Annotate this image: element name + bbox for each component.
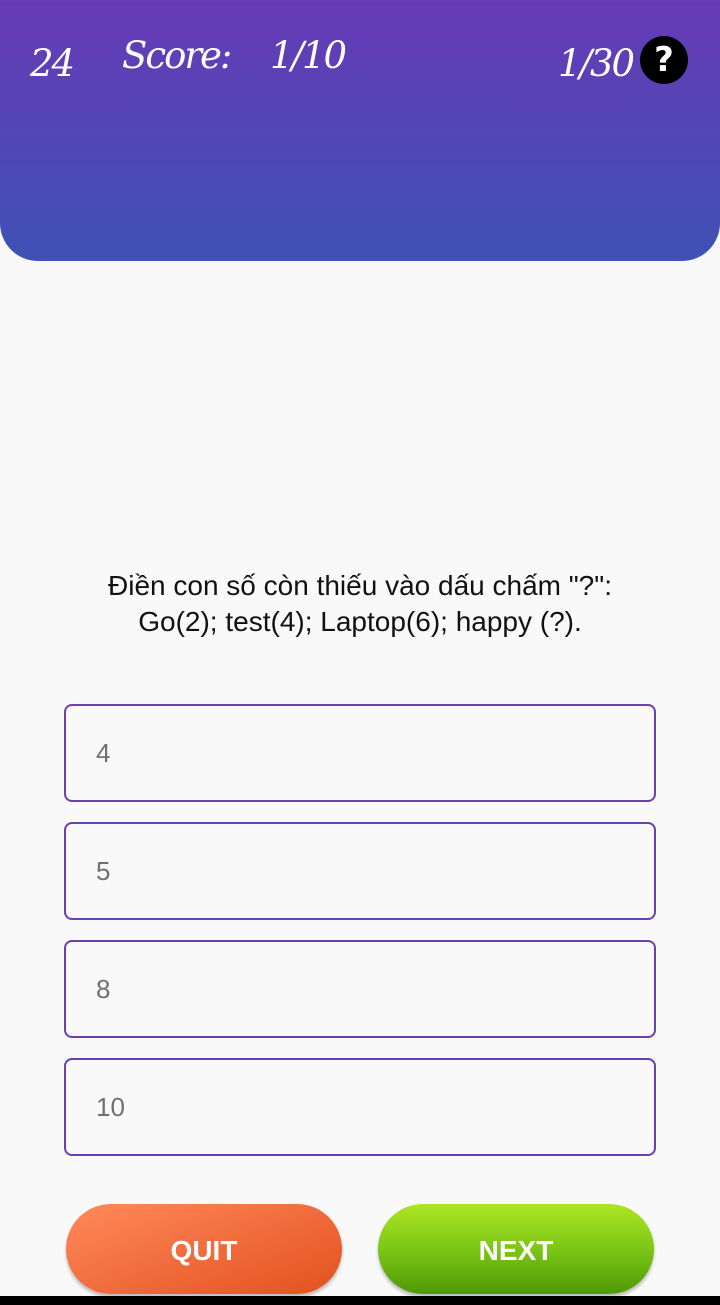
answer-option-label: 5 [96,856,111,886]
answer-option-2[interactable]: 5 [64,822,656,920]
score-value: 1/10 [270,34,347,77]
countdown-timer: 24 [30,42,75,85]
question-line-1: Điền con số còn thiếu vào dấu chấm "?": [108,570,612,601]
next-button[interactable]: NEXT [378,1204,654,1294]
score-label: Score: [122,34,232,77]
answer-option-label: 4 [96,738,111,768]
question-text: Điền con số còn thiếu vào dấu chấm "?": … [40,568,680,640]
answer-option-1[interactable]: 4 [64,704,656,802]
answer-option-label: 8 [96,974,111,1004]
system-navigation-bar [0,1296,720,1305]
header-banner: 24 Score: 1/10 1/30 ? [0,0,720,261]
question-mark-icon: ? [654,40,674,80]
question-counter: 1/30 [558,42,635,85]
answer-option-3[interactable]: 8 [64,940,656,1038]
question-line-2: Go(2); test(4); Laptop(6); happy (?). [138,606,582,637]
answer-option-label: 10 [96,1092,125,1122]
answer-option-4[interactable]: 10 [64,1058,656,1156]
help-button[interactable]: ? [640,36,688,84]
quit-button[interactable]: QUIT [66,1204,342,1294]
